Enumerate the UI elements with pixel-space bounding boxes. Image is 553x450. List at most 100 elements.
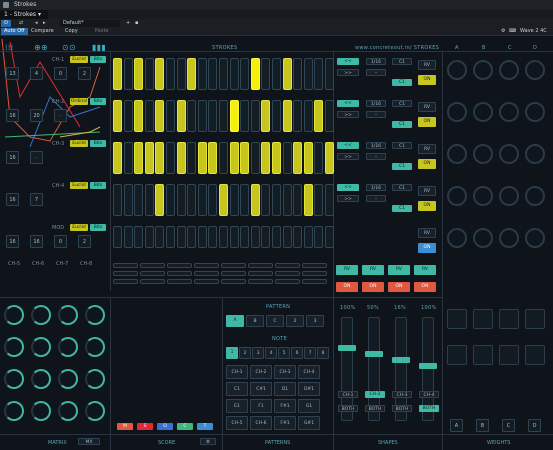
- shape-handle[interactable]: [338, 345, 356, 351]
- step-cell[interactable]: [219, 226, 228, 248]
- value-field[interactable]: 16: [6, 109, 19, 122]
- rate-button[interactable]: C1: [392, 100, 412, 107]
- matrix-knob[interactable]: [85, 337, 105, 357]
- step-cell[interactable]: [240, 226, 250, 248]
- shape-label[interactable]: CH-4: [419, 391, 439, 398]
- pattern-cell[interactable]: D1: [274, 382, 296, 396]
- step-cell[interactable]: [250, 58, 260, 90]
- mini-step[interactable]: [248, 263, 273, 268]
- compare-button[interactable]: Compare: [28, 28, 57, 35]
- step-cell[interactable]: [113, 100, 122, 132]
- step-cell[interactable]: [293, 58, 303, 90]
- shape-handle[interactable]: [365, 351, 383, 357]
- on-button[interactable]: ON: [362, 282, 384, 292]
- pattern-step[interactable]: 6: [291, 347, 303, 359]
- step-cell[interactable]: [197, 184, 207, 216]
- copy-button[interactable]: Copy: [62, 28, 81, 35]
- step-cell[interactable]: [272, 142, 281, 174]
- step-cell[interactable]: [229, 142, 239, 174]
- step-cell[interactable]: [134, 184, 144, 216]
- step-cell[interactable]: [166, 100, 175, 132]
- step-cell[interactable]: [219, 142, 228, 174]
- mini-step[interactable]: [221, 271, 246, 276]
- rate-button[interactable]: C1: [392, 121, 412, 128]
- weight-knob[interactable]: [473, 186, 493, 206]
- step-cell[interactable]: [314, 100, 324, 132]
- weight-knob[interactable]: [447, 228, 467, 248]
- step-cell[interactable]: [208, 58, 218, 90]
- pattern-step[interactable]: 3: [252, 347, 264, 359]
- paste-button[interactable]: Paste: [92, 28, 112, 35]
- value-field[interactable]: 16: [6, 235, 19, 248]
- weight-knob[interactable]: [447, 102, 467, 122]
- step-cell[interactable]: [197, 226, 207, 248]
- reverse-button[interactable]: RV: [418, 144, 436, 154]
- pattern-cell[interactable]: CH-5: [226, 416, 248, 430]
- step-cell[interactable]: [250, 184, 260, 216]
- value-field[interactable]: 4: [30, 67, 43, 80]
- step-cell[interactable]: [176, 100, 186, 132]
- weight-knob[interactable]: [499, 144, 519, 164]
- step-cell[interactable]: [123, 100, 133, 132]
- step-cell[interactable]: [123, 142, 133, 174]
- mini-step[interactable]: [113, 263, 138, 268]
- io-icon[interactable]: ⇄: [16, 20, 26, 27]
- pattern-cell[interactable]: F#1: [274, 416, 296, 430]
- value-field[interactable]: 7: [30, 193, 43, 206]
- step-cell[interactable]: [144, 100, 154, 132]
- step-cell[interactable]: [123, 58, 133, 90]
- bits-button[interactable]: Bits: [90, 98, 106, 105]
- step-cell[interactable]: [219, 100, 228, 132]
- matrix-select[interactable]: MX: [78, 438, 100, 445]
- step-cell[interactable]: [176, 226, 186, 248]
- rate-button[interactable]: C1: [392, 58, 412, 65]
- matrix-knob[interactable]: [85, 305, 105, 325]
- step-cell[interactable]: [144, 226, 154, 248]
- mini-step[interactable]: [248, 279, 273, 284]
- shape-both[interactable]: BOTH: [365, 405, 385, 412]
- on-button[interactable]: ON: [414, 282, 436, 292]
- mini-step[interactable]: [194, 279, 219, 284]
- weight-knob[interactable]: [499, 102, 519, 122]
- mini-step[interactable]: [221, 279, 246, 284]
- step-cell[interactable]: [229, 184, 239, 216]
- on-button[interactable]: ON: [418, 201, 436, 211]
- shape-handle[interactable]: [392, 357, 410, 363]
- step-cell[interactable]: [293, 184, 303, 216]
- on-button[interactable]: ON: [418, 243, 436, 253]
- pattern-step[interactable]: 8: [317, 347, 329, 359]
- mini-step[interactable]: [302, 279, 327, 284]
- pattern-cell[interactable]: G1: [298, 399, 320, 413]
- value-field[interactable]: 20: [30, 109, 43, 122]
- matrix-knob[interactable]: [58, 369, 78, 389]
- pattern-tab[interactable]: C: [266, 315, 284, 327]
- step-cell[interactable]: [282, 184, 292, 216]
- step-cell[interactable]: [134, 100, 144, 132]
- nav-right-icon[interactable]: ▸: [40, 20, 49, 27]
- mini-step[interactable]: [275, 271, 300, 276]
- rate-button[interactable]: <<: [337, 142, 359, 149]
- step-cell[interactable]: [123, 184, 133, 216]
- step-cell[interactable]: [314, 58, 324, 90]
- rate-button[interactable]: <<: [337, 100, 359, 107]
- weight-knob[interactable]: [499, 228, 519, 248]
- bits-button[interactable]: Bits: [90, 56, 106, 63]
- pattern-cell[interactable]: F#1: [274, 399, 296, 413]
- step-cell[interactable]: [293, 100, 303, 132]
- matrix-knob[interactable]: [58, 305, 78, 325]
- weight-knob[interactable]: [447, 144, 467, 164]
- step-cell[interactable]: [134, 142, 144, 174]
- on-button[interactable]: ON: [418, 117, 436, 127]
- step-cell[interactable]: [229, 58, 239, 90]
- value-field[interactable]: 2: [78, 67, 91, 80]
- rate-button[interactable]: 1/16: [366, 142, 386, 149]
- value-field[interactable]: 0: [54, 67, 67, 80]
- rate-button[interactable]: <<: [337, 184, 359, 191]
- pattern-tab[interactable]: A: [226, 315, 244, 327]
- mini-step[interactable]: [275, 279, 300, 284]
- mini-step[interactable]: [167, 279, 192, 284]
- step-cell[interactable]: [166, 226, 175, 248]
- pattern-cell[interactable]: CH-1: [226, 365, 248, 379]
- value-field[interactable]: ·: [30, 151, 43, 164]
- step-cell[interactable]: [314, 184, 324, 216]
